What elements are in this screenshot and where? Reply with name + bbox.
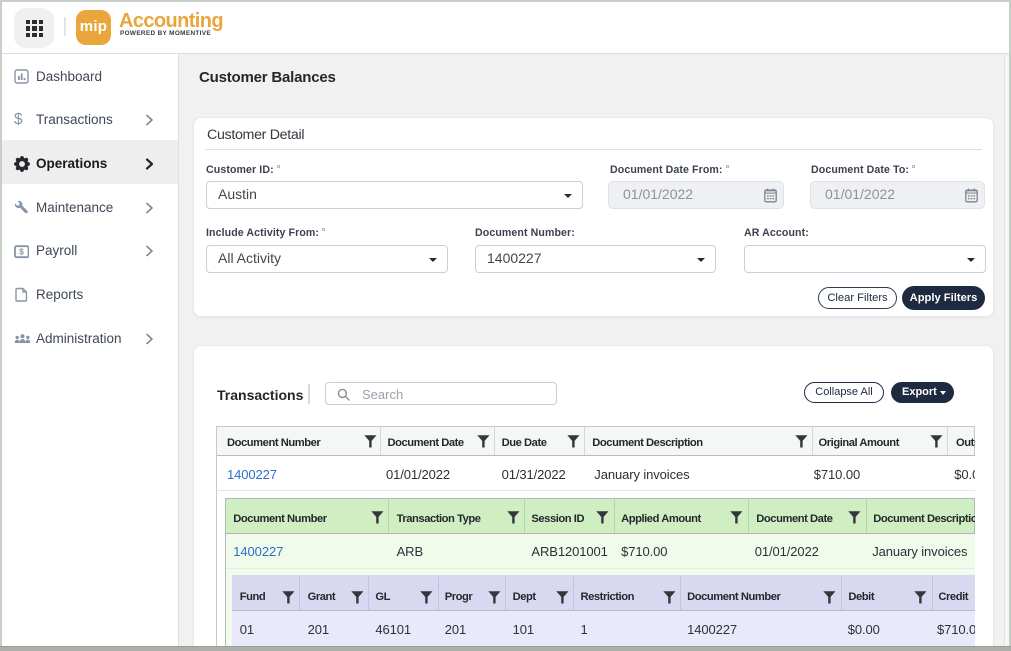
svg-text:$: $: [19, 246, 24, 256]
